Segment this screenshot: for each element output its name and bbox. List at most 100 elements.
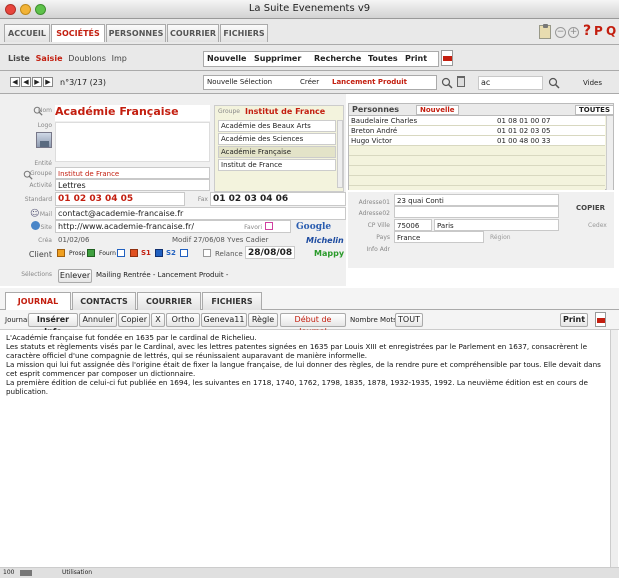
fax-field[interactable]: 01 02 03 04 06 [210,192,346,206]
ortho-button[interactable]: Ortho [166,313,200,327]
sub-toolbar: Liste Saisie Doublons Imp Nouvelle Suppr… [0,45,619,71]
search-icon[interactable] [441,77,453,89]
copier-button[interactable]: COPIER [576,204,605,212]
window-title: La Suite Evenements v9 [248,3,371,14]
logo-area[interactable] [55,122,210,162]
plus-circle-icon[interactable]: + [568,27,579,38]
empty-row [349,146,605,156]
client-checkbox[interactable] [57,249,65,257]
tab-courrier[interactable]: COURRIER [167,24,219,42]
recherche-button[interactable]: Recherche [314,52,361,66]
next-record-icon[interactable]: ▶ [32,77,42,87]
print-button[interactable]: Print [405,52,427,66]
selection-name-field[interactable]: Nouvelle Sélection [207,78,272,86]
tab-courrier-bottom[interactable]: COURRIER [137,292,201,310]
bottom-tabs-area: JOURNAL CONTACTS COURRIER FICHIERS [0,288,619,310]
tab-contacts[interactable]: CONTACTS [72,292,136,310]
all-persons-button[interactable]: TOUTES [575,105,615,115]
activite-field[interactable]: Lettres [55,179,210,191]
regle-button[interactable]: Règle [248,313,278,327]
record-counter: n°3/17 (23) [60,78,106,87]
minus-circle-icon[interactable]: − [555,27,566,38]
trash-icon[interactable] [457,76,465,87]
s3-checkbox[interactable] [180,249,188,257]
insert-info-button[interactable]: Insérer Info [28,313,78,336]
empty-row [349,166,605,176]
annuler-button[interactable]: Annuler [79,313,117,327]
tout-button[interactable]: TOUT [395,313,423,327]
pdf-icon[interactable] [595,312,606,327]
new-person-button[interactable]: Nouvelle [416,105,459,115]
toutes-button[interactable]: Toutes [368,52,398,66]
pdf-icon[interactable] [441,50,453,66]
navigation-row: ◀ ◀ ▶ ▶ n°3/17 (23) Nouvelle Sélection C… [0,71,619,94]
google-link[interactable]: Google [296,222,331,232]
p-button[interactable]: P [594,24,603,38]
tab-fichiers-bottom[interactable]: FICHIERS [202,292,262,310]
journal-text-area[interactable]: L'Académie française fut fondée en 1635 … [0,330,619,568]
tab-fichiers[interactable]: FICHIERS [220,24,268,42]
print-journal-button[interactable]: Print [560,313,588,327]
prev-record-icon[interactable]: ◀ [21,77,31,87]
s2-label: S2 [166,249,176,257]
s1-checkbox[interactable] [130,249,138,257]
supprimer-button[interactable]: Supprimer [254,52,301,66]
tab-journal[interactable]: JOURNAL [5,292,71,310]
persons-panel: Personnes Nouvelle TOUTES Baudelaire Cha… [348,103,615,190]
cut-button[interactable]: X [151,313,165,327]
last-record-icon[interactable]: ▶ [43,77,53,87]
fourn-checkbox[interactable] [117,249,125,257]
vides-label[interactable]: Vides [583,79,602,87]
search-input[interactable]: ac [478,76,543,90]
journal-toolbar: Journal Insérer Info Annuler Copier X Or… [0,310,619,336]
scrollbar[interactable] [606,116,613,190]
relance-date[interactable]: 28/08/08 [245,246,295,259]
prosp-checkbox[interactable] [87,249,95,257]
mail-field[interactable]: contact@academie-francaise.fr [55,207,346,220]
address1-field[interactable]: 23 quai Conti [394,194,559,206]
copier-text-button[interactable]: Copier [118,313,150,327]
search-icon[interactable] [548,77,560,89]
subtab-imp[interactable]: Imp [112,54,127,63]
address2-field[interactable] [394,206,559,218]
standard-phone[interactable]: 01 02 03 04 05 [55,192,185,206]
journal-text[interactable]: L'Académie française fut fondée en 1635 … [6,333,610,396]
subtab-doublons[interactable]: Doublons [68,54,106,63]
person-row[interactable]: Breton André 01 01 02 03 05 [349,126,605,136]
enlever-button[interactable]: Enlever [58,269,92,283]
group-member[interactable]: Académie des Sciences [218,133,336,145]
tab-personnes[interactable]: PERSONNES [106,24,166,42]
debut-journal-button[interactable]: Début de Journal [280,313,346,336]
country-field[interactable]: France [394,231,484,243]
favori-checkbox[interactable] [265,222,273,230]
person-row[interactable]: Hugo Victor 01 00 48 00 33 [349,136,605,146]
create-selection-button[interactable]: Créer [300,78,319,86]
help-icon[interactable]: ? [583,23,591,39]
s2-checkbox[interactable] [155,249,163,257]
font-button[interactable]: Geneva11 [201,313,247,327]
selection-value[interactable]: Lancement Produit [332,78,407,86]
scrollbar[interactable] [337,120,343,188]
tab-societes[interactable]: SOCIÉTÉS [51,24,105,42]
first-record-icon[interactable]: ◀ [10,77,20,87]
group-member[interactable]: Institut de France [218,159,336,171]
status-bar: 100 Utilisation [0,568,619,578]
group-member[interactable]: Académie Française [218,146,336,158]
subtab-saisie[interactable]: Saisie [36,54,63,63]
city-field[interactable]: Paris [434,219,559,231]
q-button[interactable]: Q [606,24,616,38]
tab-accueil[interactable]: ACCUEIL [4,24,50,42]
subtab-liste[interactable]: Liste [8,54,30,63]
clipboard-icon[interactable] [539,24,551,39]
postal-code-field[interactable]: 75006 [394,219,432,231]
relance-checkbox[interactable] [203,249,211,257]
zoom-level[interactable]: 100 [3,569,14,576]
group-member[interactable]: Académie des Beaux Arts [218,120,336,132]
groupe-field[interactable]: Institut de France [55,167,210,179]
scrollbar[interactable] [610,330,618,567]
nouvelle-button[interactable]: Nouvelle [207,52,246,66]
company-name[interactable]: Académie Française [55,105,210,121]
michelin-link[interactable]: Michelin [306,236,344,245]
mappy-link[interactable]: Mappy [314,249,344,258]
person-row[interactable]: Baudelaire Charles 01 08 01 00 07 [349,116,605,126]
